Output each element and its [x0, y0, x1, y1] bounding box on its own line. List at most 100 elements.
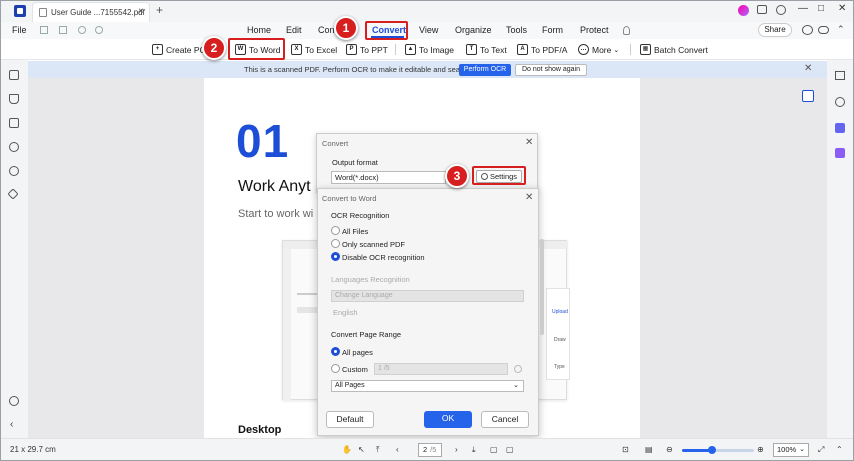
to-pdfa-label: To PDF/A [531, 44, 568, 55]
status-bar: 21 x 29.7 cm ✋ ↖ ⤒ ‹ 2/5 › ⤓ ▢ ▢ ⊡ ▤ ⊖ ⊕… [0, 438, 854, 461]
zoom-slider[interactable] [682, 446, 754, 454]
last-page-icon[interactable]: ⤓ [472, 445, 476, 455]
menu-form[interactable]: Form [542, 25, 563, 35]
menu-edit[interactable]: Edit [286, 25, 302, 35]
fullscreen-icon[interactable]: ⤢ [818, 445, 824, 455]
lightbulb-icon[interactable] [623, 26, 630, 35]
document-tab[interactable]: User Guide ...7155542.pdf × [32, 2, 150, 22]
page-subset-select[interactable]: All Pages ⌄ [331, 380, 524, 392]
collapse-left-icon[interactable]: ‹ [10, 419, 13, 430]
print-icon[interactable] [59, 26, 67, 34]
create-pdf-button[interactable]: + Create PC [152, 42, 206, 57]
redo-icon[interactable] [95, 26, 103, 34]
cloud-upload-icon[interactable] [818, 26, 829, 34]
collapse-up-icon[interactable]: ⌃ [836, 445, 843, 454]
to-image-button[interactable]: ▲ To Image [405, 42, 454, 57]
translate-icon[interactable] [835, 123, 845, 133]
tree-icon[interactable] [802, 25, 813, 35]
tab-close-icon[interactable]: × [138, 6, 144, 17]
help-icon[interactable] [776, 5, 786, 15]
properties-icon[interactable] [835, 71, 845, 80]
more-icon: … [578, 44, 589, 55]
info-icon [514, 365, 522, 373]
user-avatar[interactable] [738, 5, 749, 16]
right-sidebar [827, 60, 854, 438]
hand-tool-icon[interactable]: ✋ [342, 445, 352, 454]
fit-page-icon[interactable]: ▢ [506, 445, 514, 454]
undo-icon[interactable] [78, 26, 86, 34]
left-sidebar: ‹ [0, 60, 28, 438]
output-format-select[interactable]: Word(*.docx) [331, 171, 446, 184]
menu-comment[interactable]: Con [318, 25, 335, 35]
default-button[interactable]: Default [326, 411, 374, 428]
ok-button[interactable]: OK [424, 411, 472, 428]
all-pages-radio[interactable] [331, 347, 340, 356]
zoom-slider-handle[interactable] [708, 446, 717, 454]
to-excel-label: To Excel [305, 44, 338, 55]
save-icon[interactable] [40, 26, 48, 34]
to-ppt-button[interactable]: P To PPT [346, 42, 388, 57]
menu-protect[interactable]: Protect [580, 25, 609, 35]
search-icon[interactable] [9, 166, 19, 176]
to-text-label: To Text [480, 44, 507, 55]
menu-home[interactable]: Home [247, 25, 271, 35]
first-page-icon[interactable]: ⤒ [376, 445, 380, 455]
to-pdfa-button[interactable]: A To PDF/A [517, 42, 567, 57]
thumbnail-icon[interactable] [9, 70, 19, 80]
menu-organize[interactable]: Organize [455, 25, 492, 35]
ocr-all-files-radio[interactable] [331, 226, 340, 235]
batch-convert-button[interactable]: ▦ Batch Convert [640, 42, 708, 57]
convert-toolbar: + Create PC W To Word X To Excel P To PPT ▲ T… [0, 39, 854, 60]
maximize-button[interactable]: □ [818, 3, 824, 14]
to-text-button[interactable]: T To Text [466, 42, 507, 57]
create-pdf-icon: + [152, 44, 163, 55]
ai-assistant-icon[interactable] [835, 97, 845, 107]
ocr-banner: This is a scanned PDF. Perform OCR to ma… [28, 61, 827, 78]
zoom-out-icon[interactable]: ⊖ [666, 445, 673, 454]
menu-view[interactable]: View [419, 25, 438, 35]
bookmark-icon[interactable] [9, 94, 19, 104]
perform-ocr-button[interactable]: Perform OCR [459, 64, 511, 76]
more-button[interactable]: … More ⌄ [578, 42, 619, 57]
scan-icon[interactable] [802, 90, 814, 102]
menu-file[interactable]: File [12, 25, 27, 35]
toolbar-divider [395, 44, 396, 55]
minimize-button[interactable]: — [798, 3, 808, 14]
convert-dialog-close-icon[interactable]: ✕ [525, 137, 533, 148]
language-value: English [333, 308, 358, 317]
chevron-up-icon[interactable]: ⌃ [837, 24, 845, 35]
select-tool-icon[interactable]: ↖ [358, 445, 365, 454]
convert-to-word-close-icon[interactable]: ✕ [525, 192, 533, 203]
custom-range-radio[interactable] [331, 364, 340, 373]
ocr-disable-label: Disable OCR recognition [342, 253, 425, 262]
close-window-button[interactable]: ✕ [838, 3, 846, 14]
banner-close-icon[interactable]: ✕ [804, 63, 812, 74]
page-heading: Work Anyt [238, 178, 311, 195]
ocr-disable-radio[interactable] [331, 252, 340, 261]
output-format-label: Output format [332, 158, 378, 167]
fit-width-icon[interactable]: ⊡ [622, 445, 629, 454]
cancel-button[interactable]: Cancel [481, 411, 529, 428]
layers-icon[interactable] [7, 188, 19, 200]
menu-tools[interactable]: Tools [506, 25, 527, 35]
help-circle-icon[interactable] [9, 396, 19, 406]
view-mode-icon[interactable]: ▤ [645, 445, 653, 454]
share-button[interactable]: Share [758, 23, 792, 37]
zoom-in-icon[interactable]: ⊕ [757, 445, 764, 454]
app-logo-icon [14, 5, 26, 17]
page-number-input[interactable]: 2/5 [418, 443, 442, 457]
dialog-scrollbar[interactable] [540, 239, 544, 335]
new-tab-button[interactable]: + [156, 3, 163, 17]
do-not-show-again-button[interactable]: Do not show again [515, 64, 587, 76]
attachment-icon[interactable] [9, 142, 19, 152]
edit-ai-icon[interactable] [835, 148, 845, 158]
to-excel-button[interactable]: X To Excel [291, 42, 337, 57]
zoom-level-select[interactable]: 100% ⌄ [773, 443, 809, 457]
single-page-icon[interactable]: ▢ [490, 445, 498, 454]
next-page-icon[interactable]: › [455, 445, 458, 454]
prev-page-icon[interactable]: ‹ [396, 445, 399, 454]
comment-icon[interactable] [9, 118, 19, 128]
ocr-scanned-only-radio[interactable] [331, 239, 340, 248]
message-icon[interactable] [757, 5, 767, 14]
batch-convert-label: Batch Convert [654, 44, 708, 55]
